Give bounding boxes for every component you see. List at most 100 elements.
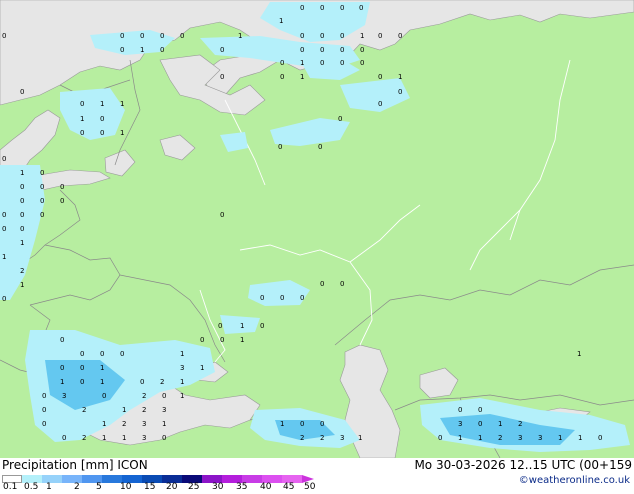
precip-value: 3 [142,434,146,442]
border-kazakhstan-north [334,264,634,346]
precip-value: 0 [398,88,402,96]
precip-value: 1 [280,420,284,428]
precip-value: 0 [100,350,104,358]
precip-value: 0 [2,155,6,163]
precip-value: 1 [300,59,304,67]
precip-value: 0 [60,197,64,205]
precip-value: 0 [40,183,44,191]
precip-value: 0 [458,406,462,414]
precipitation-map[interactable]: 1 0 0 0 0 0 0 0 0 1 0 0 0 1 0 0 0 0 1 0 0 0 0 0 0 0 1 0 0 0 0 0 1 0 1 0 0 0 1 1… [0,0,634,458]
precip-value: 1 [240,336,244,344]
precip-value: 0 [320,46,324,54]
precip-value: 1 [162,420,166,428]
precip-value: 2 [320,434,324,442]
precip-value: 0 [40,197,44,205]
precip-value: 1 [20,239,24,247]
precip-value: 3 [340,434,344,442]
legend-bar: Precipitation [mm] ICON Mo 30-03-2026 12… [0,458,634,492]
precip-value: 1 [398,73,402,81]
precip-value: 0 [80,364,84,372]
precip-value: 3 [62,392,66,400]
precip-value: 0 [340,59,344,67]
precip-value: 0 [220,46,224,54]
scale-swatch [102,475,122,483]
precip-value: 1 [498,420,502,428]
precip-value: 3 [180,364,184,372]
precip-value: 0 [478,420,482,428]
scale-tick: 1 [46,482,52,492]
gulf-of-finland [39,169,111,191]
precip-value: 0 [2,32,6,40]
precip-value: 2 [160,378,164,386]
precip-value: 2 [142,406,146,414]
precip-value: 1 [200,364,204,372]
precip-value: 0 [200,336,204,344]
precip-value: 0 [340,32,344,40]
map-canvas: 1 0 0 0 0 0 0 0 0 1 0 0 0 1 0 0 0 0 1 0 0 0 0 0 0 0 1 0 0 0 0 0 1 0 1 0 0 0 1 1… [0,0,634,458]
scale-tick: 10 [120,482,132,492]
scale-tick: 35 [236,482,248,492]
border-belarus [29,244,121,306]
precip-value: 0 [2,211,6,219]
map-title: Precipitation [mm] ICON [2,458,148,472]
precip-value: 1 [558,434,562,442]
river-kama [349,204,421,263]
precip-value: 0 [220,211,224,219]
precip-value: 1 [458,434,462,442]
credit-link[interactable]: ©weatheronline.co.uk [519,475,630,486]
precip-value: 1 [102,420,106,428]
precip-value: 0 [20,183,24,191]
precip-value: 2 [142,392,146,400]
precip-value: 0 [62,434,66,442]
precip-value: 0 [160,32,164,40]
precip-value: 0 [398,32,402,40]
precip-value: 0 [140,32,144,40]
precip-value: 0 [300,46,304,54]
precip-value: 1 [238,32,242,40]
precip-value: 0 [140,378,144,386]
precip-value: 1 [360,32,364,40]
precip-value: 1 [180,392,184,400]
precip-value: 0 [378,32,382,40]
scale-tick: 15 [144,482,156,492]
precip-value: 1 [240,322,244,330]
precip-value: 1 [120,129,124,137]
precip-value: 0 [220,73,224,81]
scale-tick: 5 [96,482,102,492]
precip-value: 0 [60,336,64,344]
precip-value: 1 [2,253,6,261]
precip-value: 0 [80,129,84,137]
precip-value: 1 [577,350,581,358]
precip-value: 0 [300,4,304,12]
precip-value: 0 [260,294,264,302]
precip-value: 0 [100,129,104,137]
rain-areas [0,2,630,452]
precip-value: 1 [122,406,126,414]
precip-value: 1 [478,434,482,442]
precip-value: 0 [120,46,124,54]
precip-value: 1 [180,378,184,386]
precip-value: 1 [20,281,24,289]
precip-value: 0 [300,294,304,302]
precip-value: 1 [279,17,283,25]
precip-value: 0 [160,46,164,54]
precip-value: 0 [60,364,64,372]
precip-value: 1 [100,364,104,372]
precip-value: 1 [100,100,104,108]
precip-value: 0 [60,183,64,191]
precip-value: 0 [359,4,363,12]
aral-sea [419,367,459,399]
precip-value: 0 [378,73,382,81]
precip-value: 0 [338,115,342,123]
scale-tick: 25 [188,482,200,492]
rain-central-russia [248,280,310,306]
precip-value: 2 [82,406,86,414]
precip-value: 3 [518,434,522,442]
river-irtysh [469,209,521,271]
precip-value: 0 [340,4,344,12]
precip-value: 0 [80,350,84,358]
scale-tick: 2 [74,482,80,492]
precip-value: 0 [320,59,324,67]
precip-value: 0 [280,59,284,67]
scale-tick: 20 [166,482,178,492]
